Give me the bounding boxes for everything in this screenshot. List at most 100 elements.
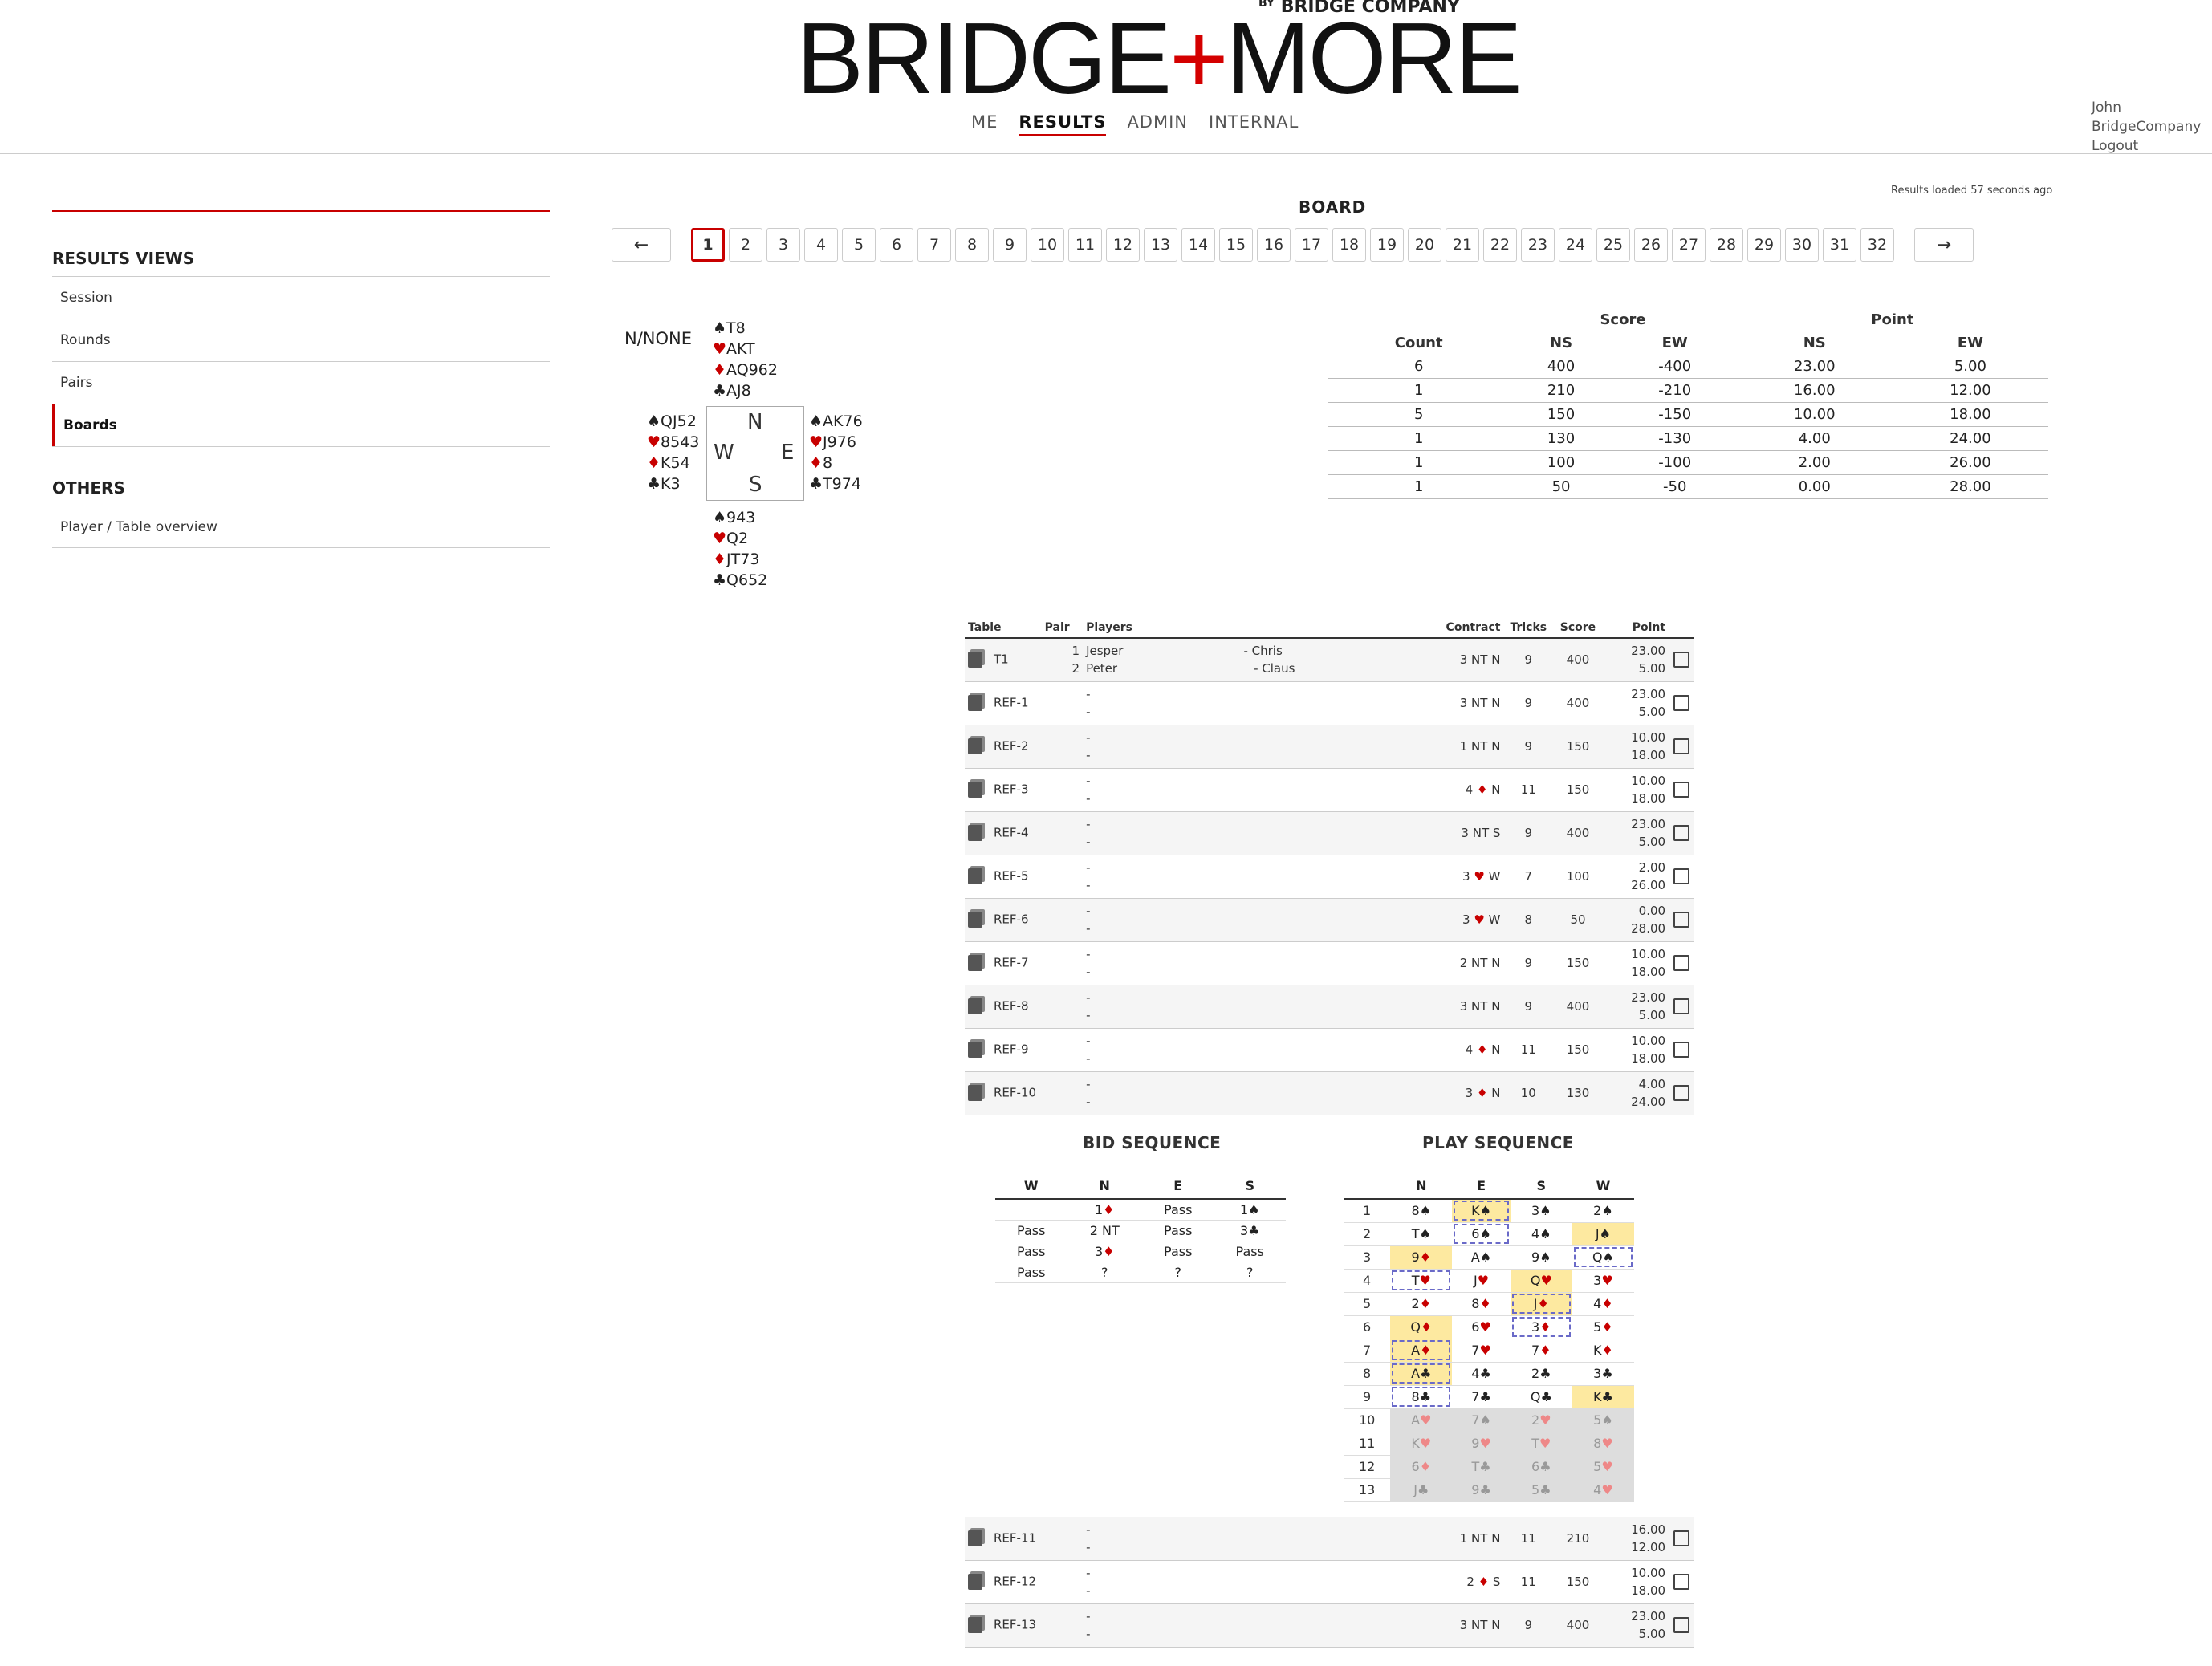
play-row[interactable]: 10 A♥ 7♠ 2♥ 5♠ <box>1344 1408 1634 1432</box>
page-button-30[interactable]: 30 <box>1785 228 1819 262</box>
cards-icon[interactable] <box>968 1574 982 1590</box>
page-button-27[interactable]: 27 <box>1672 228 1706 262</box>
sidebar-item-rounds[interactable]: Rounds <box>52 319 550 361</box>
page-button-18[interactable]: 18 <box>1332 228 1366 262</box>
edit-icon[interactable] <box>1673 1085 1689 1101</box>
page-button-5[interactable]: 5 <box>842 228 876 262</box>
page-button-4[interactable]: 4 <box>804 228 838 262</box>
table-row[interactable]: REF-7 - - 2 NT N 9 150 10.00 18.00 <box>965 941 1694 985</box>
table-row[interactable]: REF-4 - - 3 NT S 9 400 23.00 5.00 <box>965 811 1694 855</box>
col-point[interactable]: Point <box>1602 618 1669 639</box>
play-row[interactable]: 13 J♣ 9♣ 5♣ 4♥ <box>1344 1478 1634 1502</box>
play-row[interactable]: 9 8♣ 7♣ Q♣ K♣ <box>1344 1385 1634 1409</box>
edit-icon[interactable] <box>1673 1574 1689 1590</box>
nav-admin[interactable]: ADMIN <box>1127 112 1188 136</box>
edit-icon[interactable] <box>1673 998 1689 1014</box>
page-button-7[interactable]: 7 <box>917 228 951 262</box>
col-pair[interactable]: Pair <box>1041 618 1084 639</box>
table-row[interactable]: REF-6 - - 3 ♥ W 8 50 0.00 28.00 <box>965 898 1694 942</box>
page-button-12[interactable]: 12 <box>1106 228 1140 262</box>
table-row[interactable]: REF-10 - - 3 ♦ N 10 130 4.00 24.00 <box>965 1071 1694 1115</box>
col-table[interactable]: Table <box>965 618 1042 639</box>
table-row[interactable]: REF-13 - - 3 NT N 9 400 23.00 5.00 <box>965 1603 1694 1648</box>
play-row[interactable]: 7 A♦ 7♥ 7♦ K♦ <box>1344 1339 1634 1363</box>
table-row[interactable]: REF-8 - - 3 NT N 9 400 23.00 5.00 <box>965 985 1694 1029</box>
page-button-26[interactable]: 26 <box>1634 228 1668 262</box>
play-row[interactable]: 11 K♥ 9♥ T♥ 8♥ <box>1344 1432 1634 1456</box>
page-button-32[interactable]: 32 <box>1860 228 1894 262</box>
cards-icon[interactable] <box>968 868 982 884</box>
page-button-28[interactable]: 28 <box>1710 228 1743 262</box>
table-row[interactable]: T1 1 2 Jesper - Chris Peter - Claus 3 NT N 9 400 2… <box>965 638 1694 682</box>
page-button-23[interactable]: 23 <box>1521 228 1555 262</box>
page-button-9[interactable]: 9 <box>993 228 1027 262</box>
nav-results[interactable]: RESULTS <box>1019 112 1107 136</box>
table-row[interactable]: REF-1 - - 3 NT N 9 400 23.00 5.00 <box>965 681 1694 725</box>
col-contract[interactable]: Contract <box>1421 618 1504 639</box>
sidebar-item-session[interactable]: Session <box>52 276 550 319</box>
page-button-15[interactable]: 15 <box>1219 228 1253 262</box>
cards-icon[interactable] <box>968 1617 982 1633</box>
page-button-16[interactable]: 16 <box>1257 228 1291 262</box>
cards-icon[interactable] <box>968 955 982 971</box>
play-row[interactable]: 8 A♣ 4♣ 2♣ 3♣ <box>1344 1362 1634 1386</box>
page-button-13[interactable]: 13 <box>1144 228 1177 262</box>
col-players[interactable]: Players <box>1083 618 1421 639</box>
play-row[interactable]: 12 6♦ T♣ 6♣ 5♥ <box>1344 1455 1634 1479</box>
page-button-19[interactable]: 19 <box>1370 228 1404 262</box>
col-tricks[interactable]: Tricks <box>1503 618 1554 639</box>
page-button-21[interactable]: 21 <box>1446 228 1479 262</box>
page-button-14[interactable]: 14 <box>1181 228 1215 262</box>
table-row[interactable]: REF-12 - - 2 ♦ S 11 150 10.00 18.00 <box>965 1560 1694 1604</box>
table-row[interactable]: REF-9 - - 4 ♦ N 11 150 10.00 18.00 <box>965 1028 1694 1072</box>
edit-icon[interactable] <box>1673 912 1689 928</box>
cards-icon[interactable] <box>968 695 982 711</box>
page-button-29[interactable]: 29 <box>1747 228 1781 262</box>
page-button-11[interactable]: 11 <box>1068 228 1102 262</box>
nav-me[interactable]: ME <box>971 112 998 136</box>
cards-icon[interactable] <box>968 1085 982 1101</box>
page-button-3[interactable]: 3 <box>766 228 800 262</box>
table-row[interactable]: REF-2 - - 1 NT N 9 150 10.00 18.00 <box>965 725 1694 769</box>
page-button-22[interactable]: 22 <box>1483 228 1517 262</box>
edit-icon[interactable] <box>1673 695 1689 711</box>
cards-icon[interactable] <box>968 998 982 1014</box>
page-button-8[interactable]: 8 <box>955 228 989 262</box>
edit-icon[interactable] <box>1673 1617 1689 1633</box>
page-button-25[interactable]: 25 <box>1596 228 1630 262</box>
play-row[interactable]: 1 8♠ K♠ 3♠ 2♠ <box>1344 1199 1634 1223</box>
edit-icon[interactable] <box>1673 825 1689 841</box>
table-row[interactable]: REF-3 - - 4 ♦ N 11 150 10.00 18.00 <box>965 768 1694 812</box>
edit-icon[interactable] <box>1673 955 1689 971</box>
nav-internal[interactable]: INTERNAL <box>1209 112 1299 136</box>
cards-icon[interactable] <box>968 738 982 754</box>
prev-board-button[interactable]: ← <box>612 228 671 262</box>
play-row[interactable]: 6 Q♦ 6♥ 3♦ 5♦ <box>1344 1315 1634 1339</box>
edit-icon[interactable] <box>1673 868 1689 884</box>
page-button-20[interactable]: 20 <box>1408 228 1441 262</box>
edit-icon[interactable] <box>1673 652 1689 668</box>
cards-icon[interactable] <box>968 912 982 928</box>
edit-icon[interactable] <box>1673 1530 1689 1546</box>
page-button-17[interactable]: 17 <box>1295 228 1328 262</box>
play-row[interactable]: 2 T♠ 6♠ 4♠ J♠ <box>1344 1222 1634 1246</box>
sidebar-item-boards[interactable]: Boards <box>52 404 550 446</box>
page-button-24[interactable]: 24 <box>1559 228 1592 262</box>
play-row[interactable]: 4 T♥ J♥ Q♥ 3♥ <box>1344 1269 1634 1293</box>
brand-logo[interactable]: BRIDGE+MORE <box>796 8 1523 109</box>
play-row[interactable]: 3 9♦ A♠ 9♠ Q♠ <box>1344 1245 1634 1270</box>
edit-icon[interactable] <box>1673 782 1689 798</box>
col-score[interactable]: Score <box>1553 618 1603 639</box>
cards-icon[interactable] <box>968 825 982 841</box>
edit-icon[interactable] <box>1673 738 1689 754</box>
page-button-10[interactable]: 10 <box>1031 228 1064 262</box>
page-button-2[interactable]: 2 <box>729 228 762 262</box>
cards-icon[interactable] <box>968 652 982 668</box>
page-button-6[interactable]: 6 <box>880 228 913 262</box>
table-row[interactable]: REF-11 - - 1 NT N 11 210 16.00 12.00 <box>965 1517 1694 1561</box>
sidebar-item-player-table-overview[interactable]: Player / Table overview <box>52 506 550 548</box>
cards-icon[interactable] <box>968 782 982 798</box>
page-button-1[interactable]: 1 <box>691 228 725 262</box>
next-board-button[interactable]: → <box>1914 228 1974 262</box>
cards-icon[interactable] <box>968 1530 982 1546</box>
